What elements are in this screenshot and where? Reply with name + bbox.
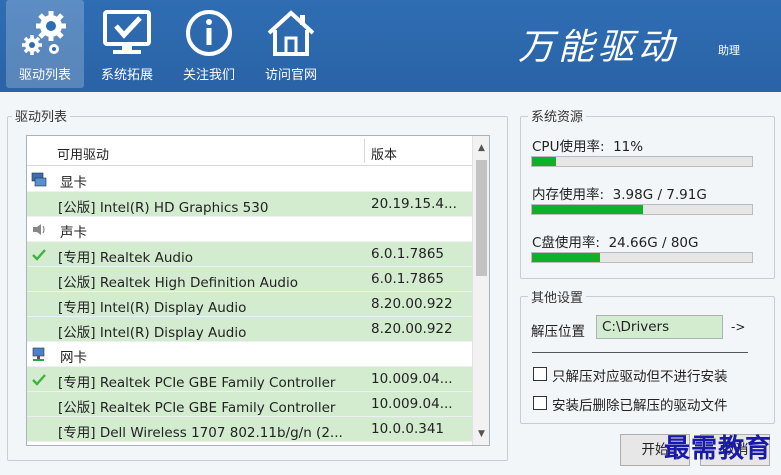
column-header-driver[interactable]: 可用驱动 [57,144,109,163]
extract-only-checkbox[interactable] [533,367,547,381]
other-settings-group-title: 其他设置 [528,287,587,306]
system-extension-tab-label: 系统拓展 [100,68,153,83]
driver-category-row[interactable]: 声卡 [27,217,473,242]
disk-usage-fill [532,253,600,262]
column-divider [364,139,365,163]
driver-version: 20.19.15.4... [371,196,457,212]
driver-category-row[interactable]: 显卡 [27,167,473,192]
cpu-usage-bar [531,156,753,167]
driver-item-row[interactable]: [专用] Realtek Audio 6.0.1.7865 [27,242,473,267]
cpu-usage-label: CPU使用率: 11% [532,135,643,155]
cpu-usage-title: CPU使用率: [532,139,605,155]
cpu-usage-value: 11% [613,139,644,155]
delete-after-install-label[interactable]: 安装后删除已解压的驱动文件 [552,394,728,414]
disk-usage-value: 24.66G / 80G [608,235,699,251]
driver-name: [公版] Intel(R) HD Graphics 530 [58,200,269,216]
scroll-down-arrow-icon[interactable]: ▼ [473,426,489,443]
driver-version: 8.20.00.922 [371,296,453,312]
driver-version: 6.0.1.7865 [371,246,444,262]
driver-item-row[interactable]: [公版] Realtek High Definition Audio 6.0.1.… [27,267,473,292]
driver-version: 10.009.04... [371,371,453,387]
driver-item-row[interactable]: [公版] Realtek PCIe GBE Family Controller 1… [27,392,473,417]
driver-list-group-title: 驱动列表 [12,106,71,125]
driver-list[interactable]: 可用驱动 版本 显卡 [公版] Intel(R) HD Graphics 530 2… [26,135,490,446]
cpu-usage-fill [532,157,557,166]
driver-name: [专用] Dell Wireless 1707 802.11b/g/n (2..… [58,425,343,441]
home-icon [267,10,315,56]
driver-name: [公版] Realtek High Definition Audio [58,275,298,291]
check-mark-icon [31,372,47,387]
driver-rows: 显卡 [公版] Intel(R) HD Graphics 530 20.19.15.… [27,167,473,442]
category-name: 网卡 [60,350,87,366]
speaker-icon [31,222,47,237]
brand-subtitle: 助理 [718,44,740,57]
driver-name: [专用] Intel(R) Display Audio [58,300,247,316]
extract-path-input[interactable] [596,315,723,339]
memory-usage-label: 内存使用率: 3.98G / 7.91G [532,183,707,203]
browse-button[interactable]: -> [731,320,745,334]
driver-item-row[interactable]: [公版] Intel(R) HD Graphics 530 20.19.15.4.… [27,192,473,217]
app-header: 驱动列表 系统拓展 关注我们 访问官网 万能驱动 助理 [0,0,781,92]
system-extension-tab[interactable]: 系统拓展 [88,0,166,88]
driver-name: [专用] Realtek Audio [58,250,194,266]
driver-item-row[interactable]: [专用] Dell Wireless 1707 802.11b/g/n (2..… [27,417,473,442]
disk-usage-label: C盘使用率: 24.66G / 80G [532,231,698,251]
driver-name: [专用] Realtek PCIe GBE Family Controller [58,375,336,391]
driver-item-row[interactable]: [公版] Intel(R) Display Audio 8.20.00.922 [27,317,473,342]
scrollbar-thumb[interactable] [476,160,487,276]
driver-list-tab[interactable]: 驱动列表 [6,0,84,88]
driver-list-tab-label: 驱动列表 [18,68,71,83]
follow-us-tab-label: 关注我们 [182,68,235,83]
watermark-text: 最需教育 [664,434,773,464]
driver-name: [公版] Intel(R) Display Audio [58,325,247,341]
visit-website-tab-label: 访问官网 [264,68,317,83]
monitor-check-icon [103,10,151,54]
driver-name: [公版] Realtek PCIe GBE Family Controller [58,400,336,416]
gears-icon [22,11,66,55]
network-adapter-icon [31,347,47,362]
extract-only-label[interactable]: 只解压对应驱动但不进行安装 [552,365,728,385]
display-adapter-icon [31,172,47,187]
disk-usage-bar [531,252,753,263]
follow-us-tab[interactable]: 关注我们 [170,0,248,88]
driver-category-row[interactable]: 网卡 [27,342,473,367]
visit-website-tab[interactable]: 访问官网 [252,0,330,88]
driver-item-row[interactable]: [专用] Intel(R) Display Audio 8.20.00.922 [27,292,473,317]
list-scrollbar[interactable]: ▲ ▼ [472,136,489,445]
category-name: 显卡 [60,175,87,191]
driver-version: 10.009.04... [371,396,453,412]
info-icon [186,10,232,56]
delete-after-install-checkbox[interactable] [533,396,547,410]
system-resources-group-title: 系统资源 [528,106,587,125]
driver-list-header: 可用驱动 版本 [27,136,473,166]
memory-usage-title: 内存使用率: [532,187,605,203]
driver-version: 8.20.00.922 [371,321,453,337]
column-header-version[interactable]: 版本 [371,144,397,163]
driver-version: 6.0.1.7865 [371,271,444,287]
memory-usage-fill [532,205,643,214]
extract-location-label: 解压位置 [531,324,585,340]
memory-usage-bar [531,204,753,215]
category-name: 声卡 [60,225,87,241]
scroll-up-arrow-icon[interactable]: ▲ [473,140,489,157]
driver-item-row[interactable]: [专用] Realtek PCIe GBE Family Controller 1… [27,367,473,392]
check-mark-icon [31,247,47,262]
settings-divider [532,352,748,353]
memory-usage-value: 3.98G / 7.91G [612,187,707,203]
driver-version: 10.0.0.341 [371,421,444,437]
brand-title: 万能驱动 [518,27,679,68]
disk-usage-title: C盘使用率: [532,235,600,251]
